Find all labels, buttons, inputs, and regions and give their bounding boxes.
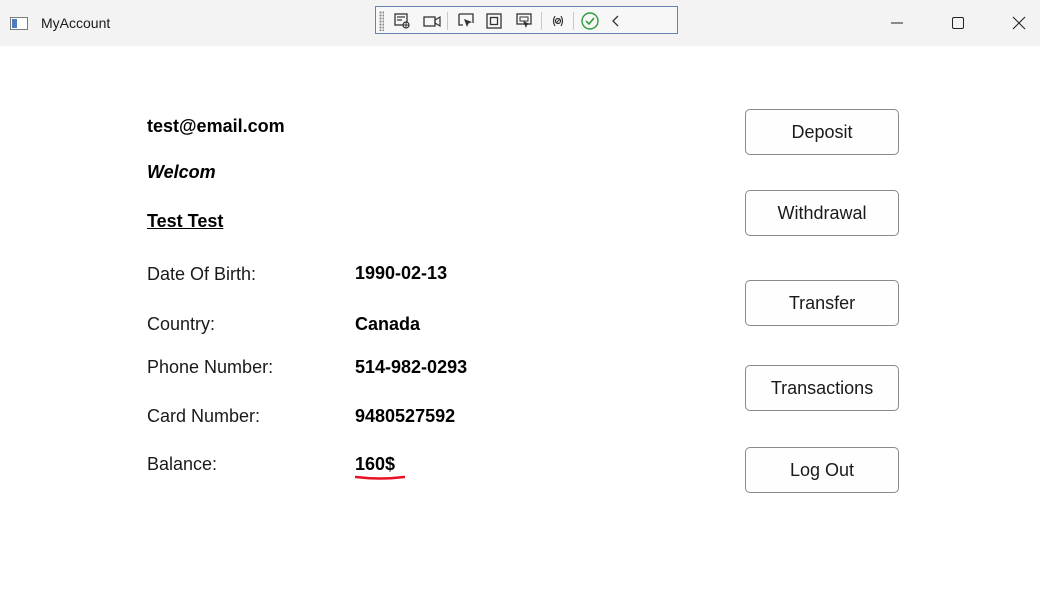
layout-adorner-icon[interactable] [484, 11, 504, 31]
window-app-icon [10, 17, 28, 30]
close-icon[interactable] [1004, 10, 1034, 36]
dob-label: Date Of Birth: [147, 264, 257, 284]
debug-toolbar [375, 6, 678, 34]
welcome-greeting: Welcom [147, 162, 216, 182]
transfer-button[interactable]: Transfer [745, 280, 899, 326]
pointer-select-icon[interactable] [456, 11, 476, 31]
toolbar-grip[interactable] [379, 11, 384, 31]
card-value: 9480527592 [355, 406, 456, 426]
withdrawal-button[interactable]: Withdrawal [745, 190, 899, 236]
camera-icon[interactable] [422, 11, 442, 31]
select-element-icon[interactable] [392, 11, 412, 31]
country-label: Country: [147, 314, 216, 334]
country-value: Canada [355, 314, 421, 334]
deposit-button[interactable]: Deposit [745, 109, 899, 155]
title-bar: MyAccount [0, 0, 1040, 46]
track-focus-icon[interactable] [514, 11, 534, 31]
collapse-chevron-icon[interactable] [606, 11, 626, 31]
error-underline [355, 475, 405, 480]
binding-failures-icon[interactable] [548, 11, 568, 31]
maximize-icon[interactable] [943, 10, 973, 36]
phone-label: Phone Number: [147, 357, 274, 377]
minimize-icon[interactable] [882, 10, 912, 36]
phone-value: 514-982-0293 [355, 357, 468, 377]
balance-value: 160$ [355, 454, 396, 474]
card-label: Card Number: [147, 406, 261, 426]
transactions-button[interactable]: Transactions [745, 365, 899, 411]
account-holder-name: Test Test [147, 211, 224, 231]
logout-button[interactable]: Log Out [745, 447, 899, 493]
window-title: MyAccount [41, 15, 111, 31]
hot-reload-ok-icon[interactable] [580, 11, 600, 31]
dob-value: 1990-02-13 [355, 263, 448, 283]
balance-label: Balance: [147, 454, 218, 474]
account-email: test@email.com [147, 116, 285, 136]
